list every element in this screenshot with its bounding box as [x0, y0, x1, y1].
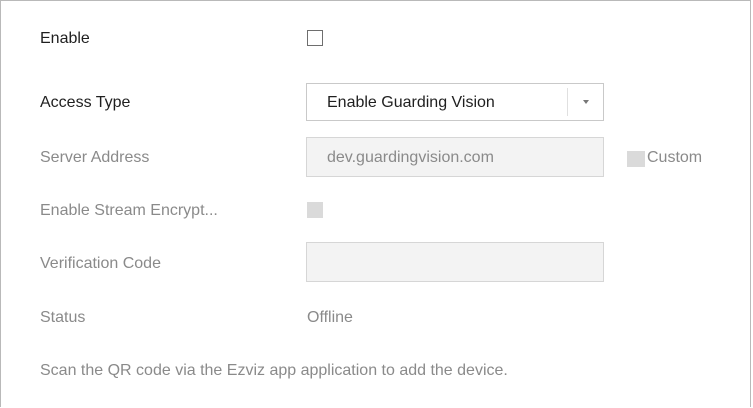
- platform-access-panel: Enable Access Type Enable Guarding Visio…: [0, 0, 751, 407]
- qr-scan-note: Scan the QR code via the Ezviz app appli…: [40, 362, 508, 379]
- custom-label: Custom: [647, 149, 703, 166]
- select-divider: [567, 88, 568, 116]
- enable-checkbox[interactable]: [307, 30, 323, 46]
- enable-label: Enable: [40, 30, 90, 47]
- server-address-label: Server Address: [40, 149, 150, 166]
- verification-code-label: Verification Code: [40, 255, 161, 272]
- access-type-selected-value: Enable Guarding Vision: [327, 94, 495, 111]
- custom-checkbox[interactable]: [627, 151, 645, 167]
- verification-code-field[interactable]: [306, 242, 604, 282]
- caret-down-icon[interactable]: [583, 100, 589, 104]
- status-value: Offline: [307, 309, 353, 326]
- server-address-value: dev.guardingvision.com: [327, 149, 494, 166]
- server-address-field[interactable]: dev.guardingvision.com: [306, 137, 604, 177]
- stream-encryption-checkbox[interactable]: [307, 202, 323, 218]
- access-type-label: Access Type: [40, 94, 131, 111]
- access-type-select[interactable]: Enable Guarding Vision: [306, 83, 604, 121]
- stream-encryption-label: Enable Stream Encrypt...: [40, 202, 218, 219]
- status-label: Status: [40, 309, 86, 326]
